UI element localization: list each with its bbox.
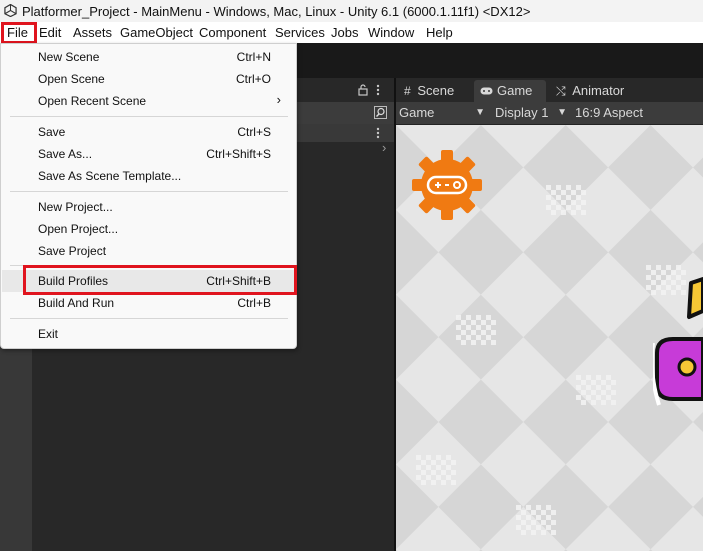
aspect-label: 16:9 Aspect: [575, 105, 643, 120]
menu-item-save-as-scene-template[interactable]: Save As Scene Template...: [2, 165, 295, 187]
menu-item-save-project[interactable]: Save Project: [2, 240, 295, 262]
menu-item-open-recent-scene[interactable]: Open Recent Scene ›: [2, 90, 295, 112]
menu-help[interactable]: Help: [426, 25, 453, 40]
menu-item-label: Save As...: [38, 147, 93, 161]
menu-item-label: Build And Run: [38, 296, 115, 310]
game-view-canvas[interactable]: [396, 125, 703, 551]
menu-window[interactable]: Window: [368, 25, 414, 40]
gear-icon: [412, 150, 482, 220]
file-menu-highlight-box: [1, 22, 37, 44]
caret-down-icon: ▼: [475, 107, 485, 118]
kebab-menu-icon[interactable]: [376, 84, 380, 96]
menu-item-open-scene[interactable]: Open Scene Ctrl+O: [2, 68, 295, 90]
tab-game[interactable]: Game: [474, 80, 546, 102]
menu-assets[interactable]: Assets: [73, 25, 112, 40]
menu-component[interactable]: Component: [199, 25, 266, 40]
menu-item-label: Open Recent Scene: [38, 94, 147, 108]
menu-item-new-scene[interactable]: New Scene Ctrl+N: [2, 46, 295, 68]
kebab-menu-icon[interactable]: [376, 127, 380, 139]
menu-separator: [10, 318, 288, 319]
lock-icon[interactable]: [358, 84, 368, 96]
menu-item-shortcut: Ctrl+Shift+S: [206, 147, 271, 161]
menu-item-save-as[interactable]: Save As... Ctrl+Shift+S: [2, 143, 295, 165]
tab-game-label: Game: [497, 83, 533, 98]
menu-item-label: Open Project...: [38, 222, 119, 236]
tab-scene[interactable]: # Scene: [404, 80, 474, 102]
hierarchy-scene-row[interactable]: [296, 124, 394, 142]
menu-item-shortcut: Ctrl+S: [237, 125, 271, 139]
menu-item-label: Save As Scene Template...: [38, 169, 182, 183]
menu-item-label: New Project...: [38, 200, 113, 214]
menu-item-label: Save Project: [38, 244, 107, 258]
menu-item-save[interactable]: Save Ctrl+S: [2, 121, 295, 143]
window-title: Platformer_Project - MainMenu - Windows,…: [22, 4, 531, 19]
chevron-right-icon: ›: [276, 92, 281, 107]
unity-logo-icon: [4, 4, 17, 17]
menu-item-new-project[interactable]: New Project...: [2, 196, 295, 218]
window-title-bar: Platformer_Project - MainMenu - Windows,…: [0, 0, 703, 22]
hierarchy-tab-bar: [296, 78, 394, 102]
menu-item-shortcut: Ctrl+B: [237, 296, 271, 310]
menu-separator: [10, 191, 288, 192]
menu-item-exit[interactable]: Exit: [2, 323, 295, 345]
menu-item-label: Save: [38, 125, 66, 139]
menu-item-label: Exit: [38, 327, 59, 341]
tab-animator-label: Animator: [572, 83, 625, 98]
game-mode-label: Game: [399, 105, 435, 120]
view-tab-bar: # Scene Game ⤭ Animator: [396, 78, 703, 102]
aspect-dropdown[interactable]: 16:9 Aspect: [575, 104, 675, 122]
game-logo-fragment: [653, 277, 703, 406]
gamepad-icon: [480, 87, 493, 95]
menu-item-shortcut: Ctrl+N: [236, 50, 271, 64]
animator-icon: ⤭: [556, 84, 566, 98]
game-mode-dropdown[interactable]: Game ▼: [399, 104, 485, 122]
display-dropdown[interactable]: Display 1 ▼: [495, 104, 567, 122]
menu-item-open-project[interactable]: Open Project...: [2, 218, 295, 240]
build-profiles-highlight-box: [23, 265, 297, 295]
menu-item-build-and-run[interactable]: Build And Run Ctrl+B: [2, 292, 295, 314]
chevron-right-icon[interactable]: ›: [382, 140, 386, 155]
tab-animator[interactable]: ⤭ Animator: [556, 80, 646, 102]
menu-gameobject[interactable]: GameObject: [120, 25, 193, 40]
menu-edit[interactable]: Edit: [39, 25, 61, 40]
menu-jobs[interactable]: Jobs: [331, 25, 358, 40]
game-view-toolbar: Game ▼ Display 1 ▼ 16:9 Aspect: [396, 102, 703, 125]
hierarchy-search-row: [296, 102, 394, 124]
menu-item-label: New Scene: [38, 50, 100, 64]
file-menu-dropdown: New Scene Ctrl+N Open Scene Ctrl+O Open …: [0, 43, 297, 349]
tab-scene-label: Scene: [417, 83, 455, 98]
menu-services[interactable]: Services: [275, 25, 325, 40]
menu-item-shortcut: Ctrl+O: [235, 72, 271, 86]
display-label: Display 1: [495, 105, 549, 120]
menu-bar: File Edit Assets GameObject Component Se…: [0, 22, 703, 43]
grid-icon: #: [404, 84, 411, 98]
search-icon[interactable]: [374, 106, 387, 119]
caret-down-icon: ▼: [557, 107, 567, 118]
menu-item-label: Open Scene: [38, 72, 105, 86]
menu-separator: [10, 116, 288, 117]
